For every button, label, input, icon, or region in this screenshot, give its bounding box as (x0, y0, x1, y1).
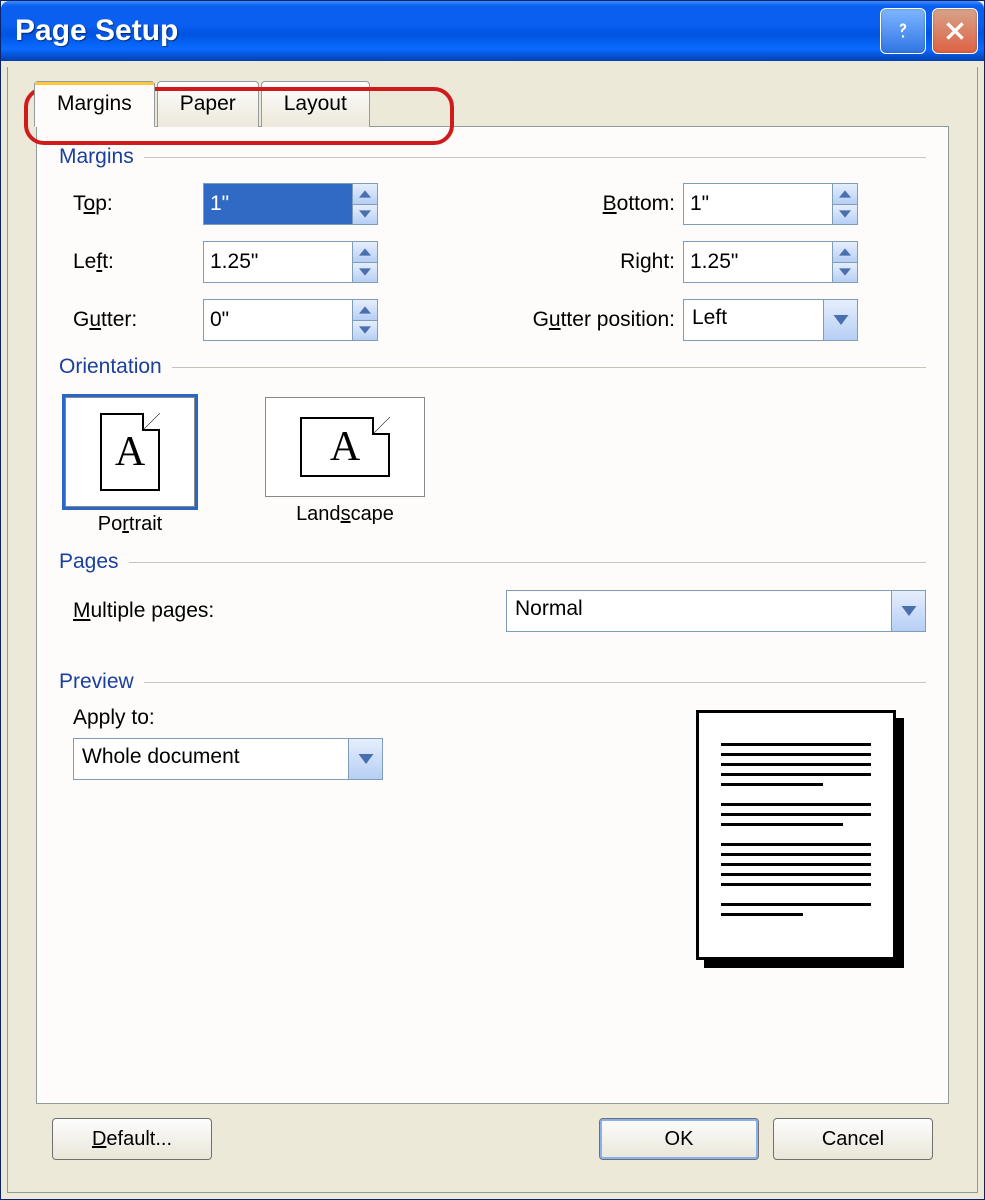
spinner-arrows (352, 184, 377, 224)
client-area: Margins Paper Layout Margins Top: Bottom… (7, 67, 978, 1193)
tab-strip: Margins Paper Layout (34, 81, 949, 127)
chevron-down-icon (901, 606, 917, 616)
spin-up[interactable] (833, 242, 857, 263)
tab-panel-margins: Margins Top: Bottom: Left: (36, 126, 949, 1104)
tab-label: Paper (180, 92, 236, 115)
multiple-pages-value: Normal (507, 591, 891, 631)
gutter-input[interactable] (204, 300, 352, 340)
help-icon (890, 18, 916, 44)
page-portrait-icon: A (100, 413, 160, 491)
window-title: Page Setup (15, 14, 178, 48)
tab-label: Layout (284, 92, 347, 115)
cancel-button[interactable]: Cancel (773, 1118, 933, 1160)
preview-area: Apply to: Whole document (73, 706, 926, 1089)
tab-paper[interactable]: Paper (157, 81, 259, 127)
dropdown-button[interactable] (891, 591, 925, 631)
chevron-down-icon (359, 210, 371, 218)
left-label: Left: (73, 250, 203, 274)
chevron-up-icon (359, 248, 371, 256)
multiple-pages-label: Multiple pages: (73, 599, 214, 623)
page-landscape-icon: A (300, 417, 390, 477)
chevron-down-icon (359, 268, 371, 276)
gutter-position-combo[interactable]: Left (683, 299, 858, 341)
margins-grid: Top: Bottom: Left: (73, 183, 926, 341)
tab-label: Margins (57, 92, 132, 115)
ok-button[interactable]: OK (599, 1118, 759, 1160)
chevron-up-icon (839, 248, 851, 256)
dialog-footer: Default... OK Cancel (36, 1104, 949, 1174)
tab-layout[interactable]: Layout (261, 81, 370, 127)
gutter-position-label: Gutter position: (473, 308, 683, 332)
spin-up[interactable] (353, 184, 377, 205)
dropdown-button[interactable] (348, 739, 382, 779)
close-icon (942, 18, 968, 44)
spin-up[interactable] (353, 242, 377, 263)
chevron-down-icon (358, 754, 374, 764)
spin-down[interactable] (833, 205, 857, 225)
spin-down[interactable] (353, 205, 377, 225)
tab-margins[interactable]: Margins (34, 81, 155, 127)
bottom-spinner[interactable] (683, 183, 858, 225)
chevron-down-icon (833, 315, 849, 325)
gutter-position-value: Left (684, 300, 823, 340)
right-input[interactable] (684, 242, 832, 282)
chevron-up-icon (839, 190, 851, 198)
spin-down[interactable] (353, 263, 377, 283)
gutter-label: Gutter: (73, 308, 203, 332)
right-label: Right: (473, 250, 683, 274)
bottom-label: Bottom: (473, 192, 683, 216)
chevron-down-icon (359, 326, 371, 334)
orientation-landscape[interactable]: A (265, 397, 425, 497)
chevron-up-icon (359, 190, 371, 198)
chevron-up-icon (359, 306, 371, 314)
page-preview-icon (696, 710, 896, 960)
top-spinner[interactable] (203, 183, 378, 225)
dropdown-button[interactable] (823, 300, 857, 340)
multiple-pages-combo[interactable]: Normal (506, 590, 926, 632)
pages-row: Multiple pages: Normal (73, 590, 926, 632)
bottom-input[interactable] (684, 184, 832, 224)
landscape-label: Landscape (265, 503, 425, 526)
apply-to-value: Whole document (74, 739, 348, 779)
gutter-spinner[interactable] (203, 299, 378, 341)
section-title-preview: Preview (59, 670, 926, 694)
top-label: Top: (73, 192, 203, 216)
section-title-pages: Pages (59, 550, 926, 574)
help-button[interactable] (880, 8, 926, 54)
spin-up[interactable] (833, 184, 857, 205)
spin-down[interactable] (353, 321, 377, 341)
spin-up[interactable] (353, 300, 377, 321)
apply-to-combo[interactable]: Whole document (73, 738, 383, 780)
title-bar: Page Setup (1, 1, 984, 61)
top-input[interactable] (204, 184, 352, 224)
left-input[interactable] (204, 242, 352, 282)
portrait-label: Portrait (65, 513, 195, 536)
right-spinner[interactable] (683, 241, 858, 283)
close-button[interactable] (932, 8, 978, 54)
section-title-margins: Margins (59, 145, 926, 169)
page-setup-dialog: Page Setup Margins Paper Layout Margins … (0, 0, 985, 1200)
default-button[interactable]: Default... (52, 1118, 212, 1160)
chevron-down-icon (839, 268, 851, 276)
orientation-row: A Portrait A Landscape (65, 397, 926, 536)
section-title-orientation: Orientation (59, 355, 926, 379)
apply-to-label: Apply to: (73, 706, 403, 730)
orientation-portrait[interactable]: A (65, 397, 195, 507)
spin-down[interactable] (833, 263, 857, 283)
left-spinner[interactable] (203, 241, 378, 283)
chevron-down-icon (839, 210, 851, 218)
